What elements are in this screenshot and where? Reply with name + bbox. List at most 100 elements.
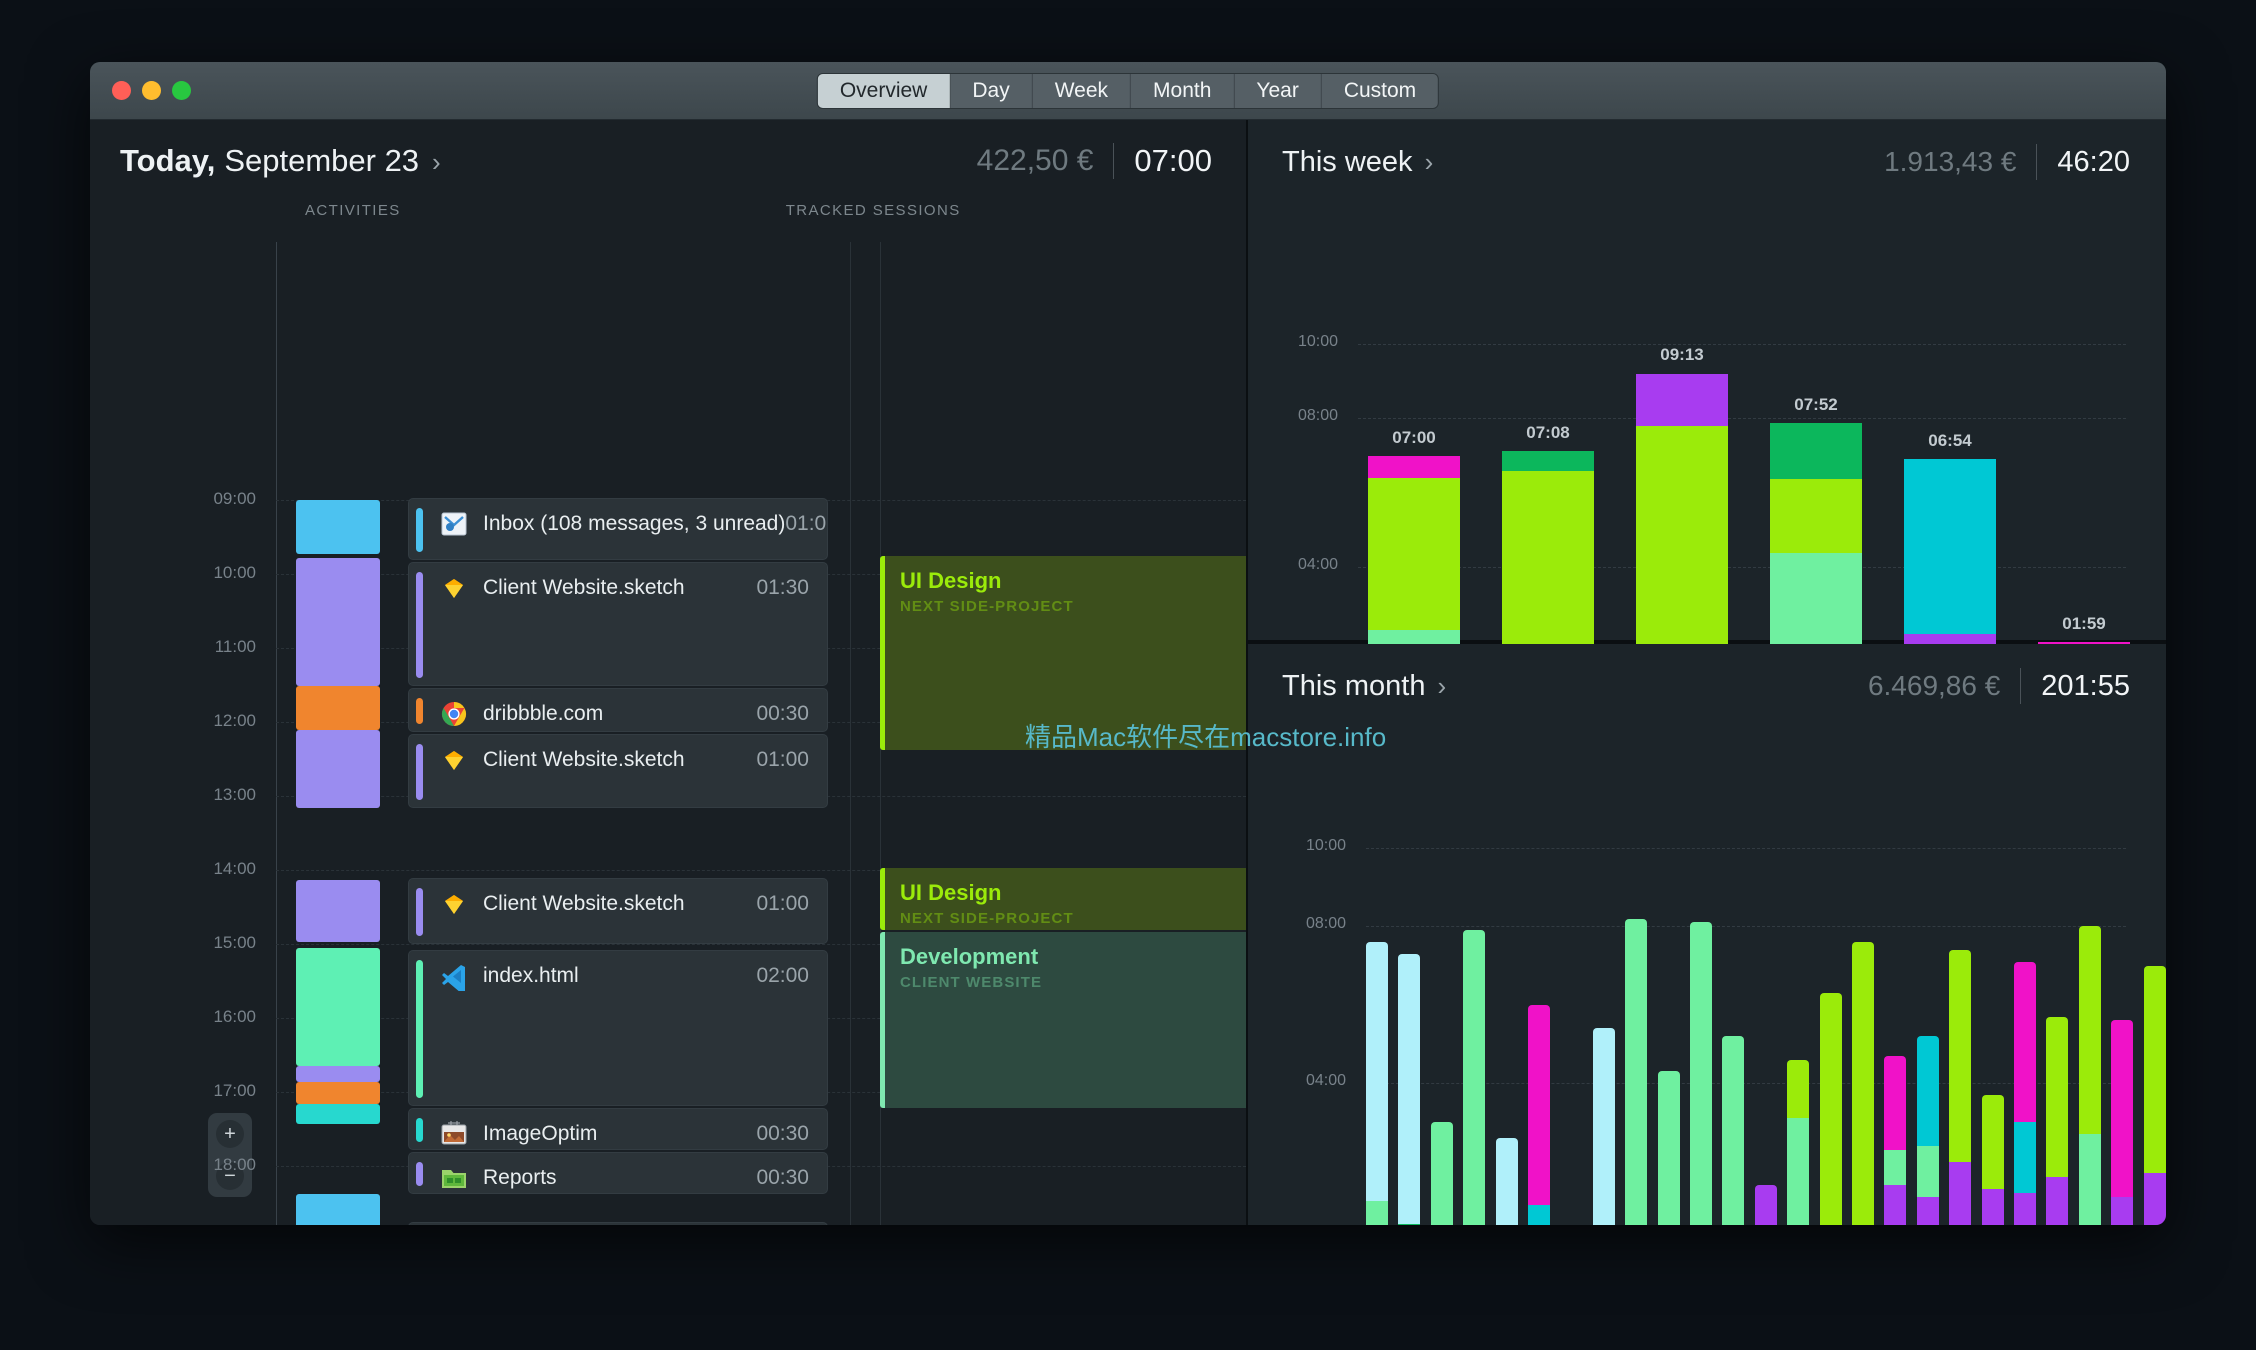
activity-duration: 01:00 (785, 512, 827, 535)
hour-label: 12:00 (213, 711, 256, 730)
month-bar[interactable] (1495, 1138, 1518, 1225)
y-axis-label: 08:00 (1297, 407, 1338, 425)
week-title[interactable]: This week › (1282, 146, 1433, 179)
bar-total-label: 07:52 (1794, 395, 1838, 415)
y-axis-label: 04:00 (1297, 556, 1338, 574)
activity-row[interactable]: Inbox (108 messages, 3 unread)01:00 (408, 498, 828, 560)
tab-custom[interactable]: Custom (1321, 73, 1439, 108)
window-controls (112, 81, 191, 100)
sketch-icon (439, 889, 469, 919)
today-title[interactable]: Today, September 23 › (120, 143, 441, 179)
month-bar[interactable] (1819, 993, 1842, 1225)
tab-week[interactable]: Week (1032, 73, 1132, 108)
bar-segment (1366, 942, 1388, 1201)
month-bar[interactable] (1981, 1094, 2004, 1225)
today-date: September 23 (224, 143, 420, 178)
hour-label: 14:00 (213, 859, 256, 878)
bar-segment (2014, 961, 2036, 1123)
week-earnings: 1.913,43 € (1884, 146, 2017, 177)
week-title-text: This week (1282, 145, 1413, 178)
vscode-icon (439, 961, 469, 993)
month-bar[interactable] (1884, 1055, 1907, 1225)
bar-segment (1398, 1224, 1421, 1225)
month-bar[interactable] (1430, 1122, 1453, 1225)
timeline-block[interactable] (296, 1082, 380, 1104)
activity-row[interactable]: Inbox (108 messages, 3 unread)01:00 (408, 1222, 828, 1225)
activity-row[interactable]: dribbble.com 00:30 (408, 688, 828, 732)
bar-segment (1592, 1028, 1615, 1225)
bar-segment (1636, 373, 1728, 426)
bar-segment (1904, 459, 1996, 635)
month-bar[interactable] (1398, 953, 1421, 1225)
tab-day[interactable]: Day (950, 73, 1033, 108)
month-bar[interactable] (2078, 926, 2101, 1225)
bar-segment (1852, 942, 1874, 1225)
activity-row[interactable]: Reports 00:30 (408, 1152, 828, 1194)
imageoptim-icon (439, 1119, 469, 1149)
mail-icon (439, 509, 469, 539)
y-axis-label: 04:00 (1305, 1072, 1346, 1090)
activity-accent (416, 698, 423, 724)
title-bar: Overview Day Week Month Year Custom (90, 62, 2166, 120)
month-bar[interactable] (2111, 1020, 2134, 1225)
hour-label: 09:00 (213, 489, 256, 508)
timeline-block[interactable] (296, 948, 380, 1066)
month-bar[interactable] (1690, 922, 1712, 1225)
tab-month[interactable]: Month (1131, 73, 1235, 108)
month-bar[interactable] (1625, 918, 1648, 1225)
timeline-block[interactable] (296, 1104, 380, 1124)
activity-duration: 01:00 (756, 748, 809, 771)
month-bar[interactable] (1754, 1185, 1777, 1225)
close-button[interactable] (112, 81, 131, 100)
zoom-in-button[interactable]: + (208, 1113, 252, 1155)
timeline-block[interactable] (296, 1194, 380, 1225)
minimize-button[interactable] (142, 81, 161, 100)
month-header: This month › 6.469,86 € 201:55 (1248, 644, 2166, 728)
month-bar[interactable] (2014, 961, 2036, 1225)
month-bar[interactable] (1722, 1036, 1745, 1225)
month-bar[interactable] (2143, 965, 2166, 1225)
month-bar[interactable] (1463, 930, 1486, 1225)
month-bar[interactable] (1528, 1004, 1550, 1225)
bar-segment (1625, 918, 1648, 1225)
session-block[interactable]: UI DesignNEXT SIDE-PROJECT01:00 (880, 868, 1246, 930)
today-header: Today, September 23 › 422,50 € 07:00 (90, 120, 1246, 202)
activity-row[interactable]: Client Website.sketch 01:00 (408, 734, 828, 808)
month-title[interactable]: This month › (1282, 670, 1446, 703)
bar-segment (1754, 1185, 1777, 1225)
month-bar[interactable] (1949, 949, 1972, 1225)
tab-year[interactable]: Year (1234, 73, 1322, 108)
month-bar[interactable] (1366, 942, 1388, 1225)
month-bar[interactable] (2046, 1016, 2069, 1225)
session-project: CLIENT WEBSITE (900, 974, 1043, 991)
maximize-button[interactable] (172, 81, 191, 100)
activity-row[interactable]: ImageOptim 00:30 (408, 1108, 828, 1150)
timeline-block[interactable] (296, 1066, 380, 1082)
month-bar[interactable] (1657, 1071, 1680, 1225)
hour-label: 16:00 (213, 1007, 256, 1026)
tab-overview[interactable]: Overview (817, 73, 951, 108)
timeline-block[interactable] (296, 500, 380, 554)
timeline-block[interactable] (296, 558, 380, 686)
hour-label: 13:00 (213, 785, 256, 804)
bar-segment (1949, 1161, 1972, 1225)
hour-label: 17:00 (213, 1081, 256, 1100)
timeline-block[interactable] (296, 686, 380, 730)
bar-segment (1770, 423, 1862, 479)
bar-segment (2014, 1192, 2036, 1225)
y-axis-label: 10:00 (1297, 333, 1338, 350)
session-project: NEXT SIDE-PROJECT (900, 598, 1074, 615)
month-bar[interactable] (1592, 1028, 1615, 1225)
timeline-block[interactable] (296, 730, 380, 808)
activity-row[interactable]: Client Website.sketch 01:00 (408, 878, 828, 944)
today-earnings: 422,50 € (976, 144, 1094, 177)
timeline-block[interactable] (296, 880, 380, 942)
activity-row[interactable]: index.html 02:00 (408, 950, 828, 1106)
month-bar[interactable] (1787, 1059, 1810, 1225)
month-bar[interactable] (1916, 1036, 1939, 1225)
activity-row[interactable]: Client Website.sketch 01:30 (408, 562, 828, 686)
session-block[interactable]: DevelopmentCLIENT WEBSITE02:30 (880, 932, 1246, 1108)
today-label: Today, (120, 143, 216, 178)
month-hours: 201:55 (2041, 669, 2130, 702)
month-bar[interactable] (1852, 942, 1874, 1225)
